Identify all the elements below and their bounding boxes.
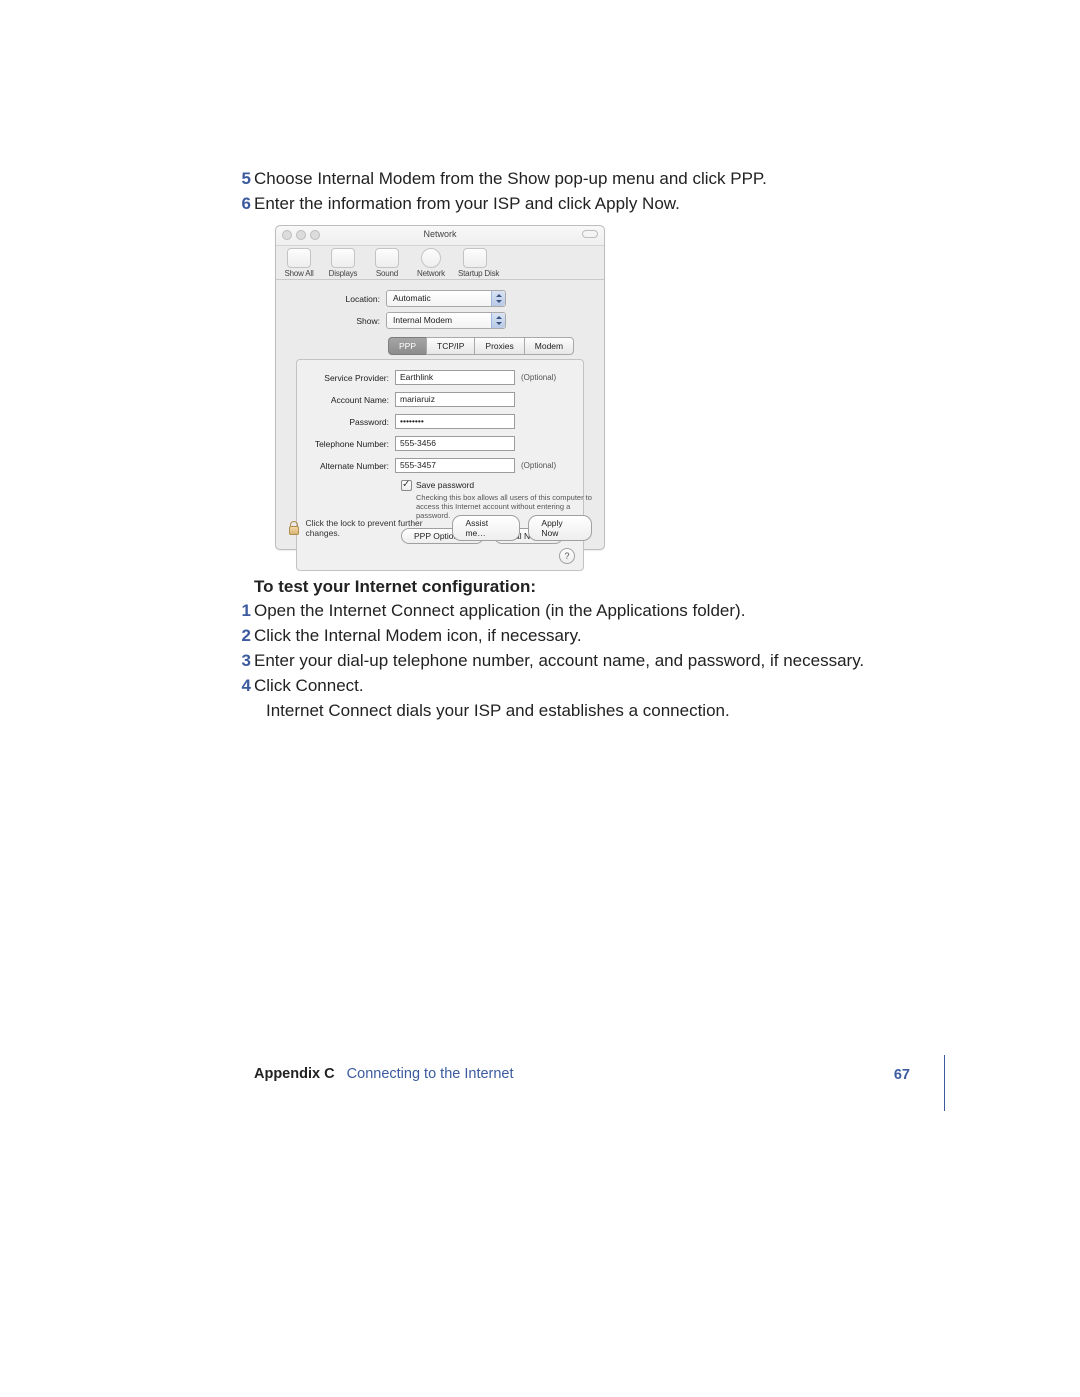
tab-ppp[interactable]: PPP xyxy=(388,337,427,355)
toolbar-toggle-icon[interactable] xyxy=(582,230,598,238)
toolbar-network[interactable]: Network xyxy=(414,248,448,279)
step-text: Choose Internal Modem from the Show pop-… xyxy=(254,169,767,188)
service-provider-input[interactable]: Earthlink xyxy=(395,370,515,385)
toolbar-show-all[interactable]: Show All xyxy=(282,248,316,279)
alternate-input[interactable]: 555-3457 xyxy=(395,458,515,473)
show-all-icon xyxy=(287,248,311,268)
lock-row: Click the lock to prevent further change… xyxy=(288,515,592,541)
step-2: 2 Click the Internal Modem icon, if nece… xyxy=(254,623,910,648)
step-number: 5 xyxy=(234,166,251,191)
step-text: Open the Internet Connect application (i… xyxy=(254,601,745,620)
tab-modem[interactable]: Modem xyxy=(524,337,574,355)
lock-text: Click the lock to prevent further change… xyxy=(305,518,452,538)
result-text: Internet Connect dials your ISP and esta… xyxy=(266,698,910,723)
footer-rule xyxy=(944,1055,945,1111)
step-6: 6 Enter the information from your ISP an… xyxy=(254,191,910,216)
startup-disk-icon xyxy=(463,248,487,268)
step-text: Click Connect. xyxy=(254,676,364,695)
step-number: 3 xyxy=(234,648,251,673)
page-number: 67 xyxy=(894,1067,910,1083)
step-4: 4 Click Connect. xyxy=(254,673,910,698)
apply-now-button[interactable]: Apply Now xyxy=(528,515,592,541)
show-label: Show: xyxy=(290,316,386,326)
footer-title: Connecting to the Internet xyxy=(347,1066,514,1082)
telephone-label: Telephone Number: xyxy=(305,439,395,449)
step-number: 6 xyxy=(234,191,251,216)
window-titlebar: Network xyxy=(276,226,604,246)
tab-bar: PPP TCP/IP Proxies Modem xyxy=(388,337,590,355)
password-input[interactable]: •••••••• xyxy=(395,414,515,429)
save-password-checkbox[interactable] xyxy=(401,480,412,491)
save-password-label: Save password xyxy=(416,480,474,490)
step-text: Enter the information from your ISP and … xyxy=(254,194,680,213)
location-label: Location: xyxy=(290,294,386,304)
network-icon xyxy=(421,248,441,268)
tab-tcpip[interactable]: TCP/IP xyxy=(426,337,475,355)
telephone-input[interactable]: 555-3456 xyxy=(395,436,515,451)
step-3: 3 Enter your dial-up telephone number, a… xyxy=(254,648,910,673)
section-heading: To test your Internet configuration: xyxy=(254,577,536,597)
sound-icon xyxy=(375,248,399,268)
network-prefpane: Network Show All Displays Sound Network … xyxy=(275,225,605,550)
service-provider-label: Service Provider: xyxy=(305,373,395,383)
account-name-label: Account Name: xyxy=(305,395,395,405)
location-select[interactable]: Automatic xyxy=(386,290,506,307)
page-footer: Appendix C Connecting to the Internet 67 xyxy=(254,1065,910,1083)
chevron-updown-icon xyxy=(491,291,505,306)
step-number: 4 xyxy=(234,673,251,698)
help-button[interactable]: ? xyxy=(559,548,575,564)
displays-icon xyxy=(331,248,355,268)
step-number: 1 xyxy=(234,598,251,623)
toolbar-startup-disk[interactable]: Startup Disk xyxy=(458,248,492,279)
chevron-updown-icon xyxy=(491,313,505,328)
toolbar-displays[interactable]: Displays xyxy=(326,248,360,279)
password-label: Password: xyxy=(305,417,395,427)
optional-hint: (Optional) xyxy=(521,373,556,382)
show-select[interactable]: Internal Modem xyxy=(386,312,506,329)
tab-proxies[interactable]: Proxies xyxy=(474,337,524,355)
step-number: 2 xyxy=(234,623,251,648)
alternate-label: Alternate Number: xyxy=(305,461,395,471)
prefpane-toolbar: Show All Displays Sound Network Startup … xyxy=(276,246,604,280)
account-name-input[interactable]: mariaruiz xyxy=(395,392,515,407)
step-1: 1 Open the Internet Connect application … xyxy=(254,598,910,623)
footer-appendix: Appendix C xyxy=(254,1066,335,1082)
step-5: 5 Choose Internal Modem from the Show po… xyxy=(254,166,910,191)
optional-hint: (Optional) xyxy=(521,461,556,470)
lock-icon[interactable] xyxy=(288,521,299,535)
step-text: Enter your dial-up telephone number, acc… xyxy=(254,651,864,670)
step-text: Click the Internal Modem icon, if necess… xyxy=(254,626,582,645)
window-title: Network xyxy=(276,229,604,239)
toolbar-sound[interactable]: Sound xyxy=(370,248,404,279)
assist-me-button[interactable]: Assist me… xyxy=(452,515,520,541)
